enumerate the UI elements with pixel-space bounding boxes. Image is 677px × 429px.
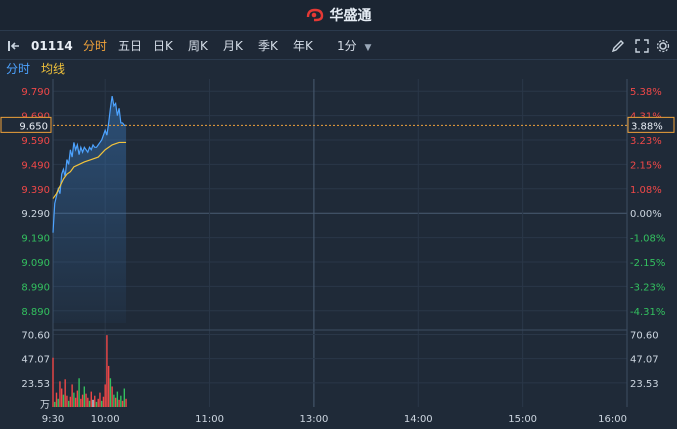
volume-unit-label: 万	[40, 400, 50, 411]
percent-tick-label: -2.15%	[630, 258, 665, 269]
volume-tick-label-right: 23.53	[630, 379, 659, 390]
volume-tick-label-right: 47.07	[630, 355, 659, 366]
time-tick-label: 16:00	[598, 414, 627, 425]
plot-background	[53, 79, 627, 407]
intraday-chart: 9.7905.38%9.6904.31%9.5903.23%9.4902.15%…	[0, 79, 675, 425]
percent-tick-label: 3.23%	[630, 136, 662, 147]
price-tick-label: 9.390	[21, 185, 50, 196]
percent-tick-label: 1.08%	[630, 185, 662, 196]
percent-tick-label: -1.08%	[630, 234, 665, 245]
time-tick-label: 13:00	[299, 414, 328, 425]
time-tick-label: 11:00	[195, 414, 224, 425]
current-change-label: 3.88%	[631, 121, 663, 132]
price-tick-label: 9.090	[21, 258, 50, 269]
current-price-label: 9.650	[19, 121, 48, 132]
price-tick-label: 9.490	[21, 160, 50, 171]
percent-tick-label: 0.00%	[630, 209, 662, 220]
volume-tick-label-right: 70.60	[630, 331, 659, 342]
volume-tick-label: 70.60	[21, 331, 50, 342]
price-tick-label: 8.890	[21, 307, 50, 318]
percent-tick-label: -3.23%	[630, 282, 665, 293]
percent-tick-label: -4.31%	[630, 307, 665, 318]
time-tick-label: 15:00	[508, 414, 537, 425]
price-tick-label: 9.790	[21, 87, 50, 98]
price-tick-label: 8.990	[21, 282, 50, 293]
price-tick-label: 9.190	[21, 234, 50, 245]
time-tick-label: 10:00	[91, 414, 120, 425]
price-tick-label: 9.290	[21, 209, 50, 220]
time-tick-label: 9:30	[42, 414, 64, 425]
volume-tick-label: 23.53	[21, 379, 50, 390]
percent-tick-label: 2.15%	[630, 160, 662, 171]
time-tick-label: 14:00	[404, 414, 433, 425]
volume-tick-label: 47.07	[21, 355, 50, 366]
price-tick-label: 9.590	[21, 136, 50, 147]
percent-tick-label: 5.38%	[630, 87, 662, 98]
